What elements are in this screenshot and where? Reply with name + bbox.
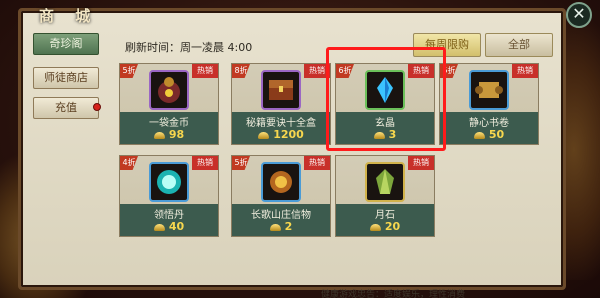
close-icon[interactable]: ✕ (566, 2, 592, 28)
nav-mentor-shop[interactable]: 师徒商店 (33, 67, 99, 89)
item-price: 1200 (232, 128, 330, 141)
nav-label: 奇珍阁 (49, 37, 83, 50)
nav-label: 充值 (55, 101, 77, 114)
item-name: 长歌山庄信物 (251, 210, 311, 221)
item-price: 2 (232, 220, 330, 233)
item-name: 秘籍要诀十全盒 (246, 118, 316, 129)
highlight-box (326, 47, 446, 151)
nav-treasure-pavilion[interactable]: 奇珍阁 (33, 33, 99, 55)
amulet-icon (261, 162, 301, 202)
coin-icon (473, 131, 485, 139)
shop-item-secret-chest[interactable]: 8折 热销 秘籍要诀十全盒 1200 (231, 63, 331, 145)
nav-recharge[interactable]: 充值 (33, 97, 101, 119)
all-button[interactable]: 全部 (485, 33, 553, 57)
shop-item-insight-pill[interactable]: 4折 热销 领悟丹 40 (119, 155, 219, 237)
coin-icon (153, 223, 165, 231)
item-price: 20 (336, 220, 434, 233)
hot-badge: 热销 (192, 156, 218, 170)
shop-item-calm-scroll[interactable]: 5折 热销 静心书卷 50 (439, 63, 539, 145)
moonstone-icon (365, 162, 405, 202)
discount-tag: 4折 (120, 156, 138, 170)
refresh-time-label: 刷新时间：周一凌晨 4:00 (125, 41, 253, 54)
discount-tag: 5折 (120, 64, 138, 78)
coin-icon (258, 131, 270, 139)
item-name: 一袋金币 (149, 118, 189, 129)
item-price: 50 (440, 128, 538, 141)
item-price: 98 (120, 128, 218, 141)
shop-item-villa-token[interactable]: 5折 热销 长歌山庄信物 2 (231, 155, 331, 237)
nav-label: 师徒商店 (44, 71, 88, 84)
shop-title: 商 城 (39, 7, 99, 25)
hot-badge: 热销 (192, 64, 218, 78)
hot-badge: 热销 (304, 156, 330, 170)
glowing-orb-icon (149, 162, 189, 202)
item-name: 领悟丹 (154, 210, 184, 221)
discount-tag: 8折 (232, 64, 250, 78)
coin-icon (153, 131, 165, 139)
item-name: 静心书卷 (469, 118, 509, 129)
hot-badge: 热销 (408, 156, 434, 170)
hot-badge: 热销 (512, 64, 538, 78)
shop-panel: 商 城 奇珍阁 师徒商店 充值 刷新时间：周一凌晨 4:00 每周限购 全部 5… (18, 7, 566, 298)
scroll-icon (469, 70, 509, 110)
treasure-chest-icon (261, 70, 301, 110)
discount-tag: 5折 (232, 156, 250, 170)
notification-dot (93, 103, 101, 111)
item-price: 40 (120, 220, 218, 233)
item-name: 月石 (375, 210, 395, 221)
shop-item-moonstone[interactable]: 热销 月石 20 (335, 155, 435, 237)
game-background: 商 城 奇珍阁 师徒商店 充值 刷新时间：周一凌晨 4:00 每周限购 全部 5… (0, 0, 600, 298)
coin-bag-icon (149, 70, 189, 110)
shop-item-coin-bag[interactable]: 5折 热销 一袋金币 98 (119, 63, 219, 145)
health-notice: 健康游戏忠告：适度娱乐，理性消费 (321, 290, 466, 298)
coin-icon (369, 223, 381, 231)
coin-icon (269, 223, 281, 231)
